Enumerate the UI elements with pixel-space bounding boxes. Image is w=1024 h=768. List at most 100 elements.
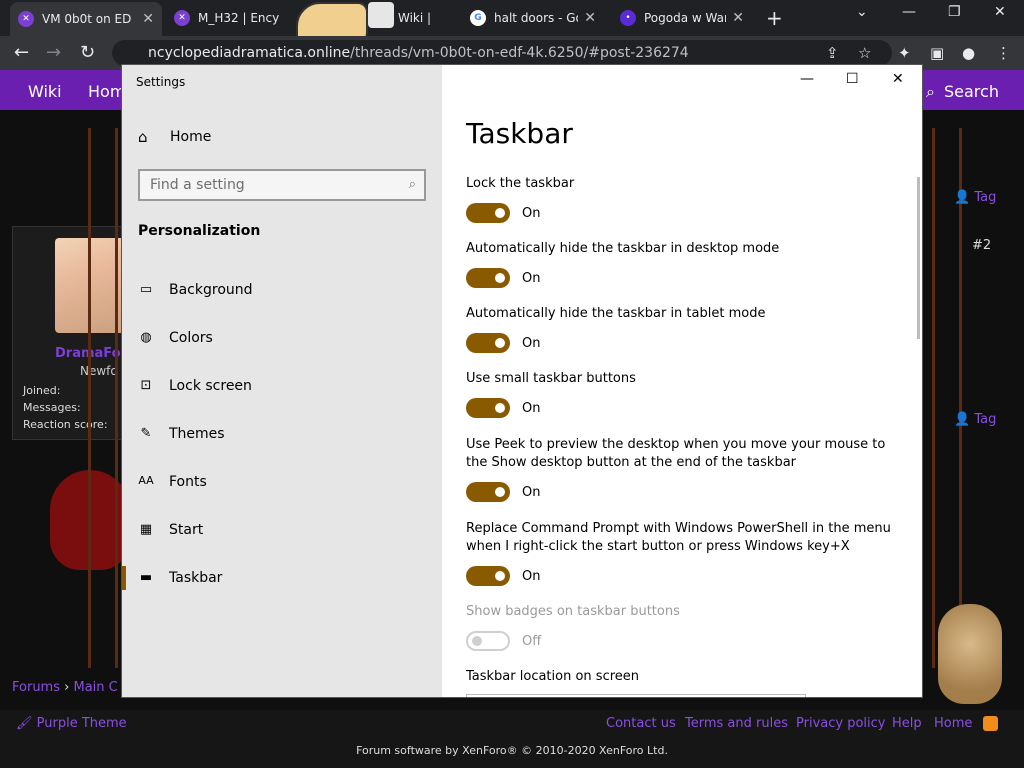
- sidebar-item-start[interactable]: ▦ Start: [138, 518, 438, 542]
- home-link[interactable]: Home: [934, 716, 972, 731]
- stat-messages: Messages:: [23, 401, 81, 414]
- autohide-tablet-toggle[interactable]: On: [466, 333, 540, 353]
- terms-link[interactable]: Terms and rules: [685, 716, 788, 731]
- sidebar-item-fonts[interactable]: AA Fonts: [138, 470, 438, 494]
- toggle-switch[interactable]: [466, 398, 510, 418]
- sidebar-item-taskbar[interactable]: ▬ Taskbar: [138, 566, 438, 590]
- sidebar-item-colors[interactable]: ◍ Colors: [138, 326, 438, 350]
- taskbar-icon: ▬: [139, 570, 153, 585]
- toggle-switch[interactable]: [466, 203, 510, 223]
- help-link[interactable]: Help: [892, 716, 922, 731]
- restore-icon[interactable]: ❐: [948, 4, 961, 20]
- small-buttons-toggle[interactable]: On: [466, 398, 540, 418]
- sidebar-item-label: Themes: [169, 426, 225, 442]
- toggle-state: On: [522, 335, 541, 351]
- scrollbar[interactable]: [917, 177, 920, 339]
- close-window-icon[interactable]: ✕: [994, 4, 1006, 20]
- option-label: Use Peek to preview the desktop when you…: [466, 437, 886, 470]
- browser-tab[interactable]: ✕ M_H32 | Ency: [166, 4, 296, 32]
- breadcrumb-main[interactable]: Main C: [73, 680, 117, 695]
- search-icon[interactable]: ⌕: [926, 82, 935, 102]
- tab-search-icon[interactable]: ⌄: [856, 4, 868, 20]
- purple-theme-link[interactable]: 🖌 Purple Theme: [16, 716, 127, 731]
- toggle-switch[interactable]: [466, 482, 510, 502]
- sidebar-item-label: Start: [169, 522, 204, 538]
- xenforo-icon: ✕: [174, 10, 190, 26]
- extensions-icon[interactable]: ✦: [898, 44, 911, 62]
- badges-toggle[interactable]: Off: [466, 631, 541, 651]
- post-number[interactable]: #2: [972, 238, 991, 253]
- minimize-icon[interactable]: —: [902, 4, 916, 20]
- sidebar-item-lock-screen[interactable]: ⊡ Lock screen: [138, 374, 438, 398]
- google-icon: G: [470, 10, 486, 26]
- reload-button[interactable]: ↻: [80, 42, 95, 63]
- autohide-desktop-toggle[interactable]: On: [466, 268, 540, 288]
- decorative-frame: [932, 128, 962, 668]
- address-bar[interactable]: ncyclopediadramatica.online/threads/vm-0…: [112, 40, 892, 66]
- xenforo-icon: ✕: [18, 11, 34, 27]
- browser-tab[interactable]: Wiki |: [390, 4, 460, 32]
- share-icon[interactable]: ⇪: [826, 44, 839, 62]
- tag-label: Tag: [974, 412, 997, 427]
- browser-tab[interactable]: G halt doors - Go ✕: [462, 4, 604, 32]
- close-tab-icon[interactable]: ✕: [732, 10, 744, 26]
- peek-toggle[interactable]: On: [466, 482, 540, 502]
- toggle-state: On: [522, 568, 541, 584]
- themes-icon: ✎: [140, 426, 152, 441]
- close-tab-icon[interactable]: ✕: [584, 10, 596, 26]
- sidebar-item-background[interactable]: ▭ Background: [138, 278, 438, 302]
- side-panel-icon[interactable]: ▣: [930, 44, 944, 62]
- sidebar-item-label: Fonts: [169, 474, 207, 490]
- settings-content: — ☐ ✕ Taskbar Lock the taskbar On Automa…: [442, 65, 922, 697]
- sidebar-item-label: Lock screen: [169, 378, 252, 394]
- find-setting-input[interactable]: Find a setting ⌕: [138, 169, 426, 201]
- minimize-button[interactable]: —: [800, 71, 814, 87]
- powershell-toggle[interactable]: On: [466, 566, 540, 586]
- settings-sidebar: Settings ⌂ Home Find a setting ⌕ Persona…: [122, 65, 442, 697]
- theme-label: Purple Theme: [36, 716, 127, 731]
- home-icon: ⌂: [138, 128, 148, 146]
- rss-icon[interactable]: [983, 716, 998, 731]
- new-tab-button[interactable]: +: [766, 6, 783, 30]
- start-icon: ▦: [139, 522, 153, 537]
- breadcrumb-forums[interactable]: Forums: [12, 680, 60, 695]
- profile-icon[interactable]: ●: [962, 44, 975, 62]
- back-button[interactable]: ←: [14, 42, 29, 63]
- copyright: Forum software by XenForo® © 2010-2020 X…: [356, 744, 668, 757]
- lock-taskbar-toggle[interactable]: On: [466, 203, 540, 223]
- image-icon: ▭: [139, 282, 153, 297]
- selected-indicator: [122, 566, 126, 590]
- option-label: Automatically hide the taskbar in deskto…: [466, 241, 780, 256]
- hamster-image: [938, 604, 1002, 704]
- toggle-switch[interactable]: [466, 631, 510, 651]
- toggle-state: On: [522, 400, 541, 416]
- nav-home[interactable]: Hom: [88, 82, 125, 101]
- home-nav-item[interactable]: ⌂ Home: [138, 128, 211, 146]
- lock-screen-icon: ⊡: [140, 378, 152, 393]
- browser-tab[interactable]: • Pogoda w Wars ✕: [612, 4, 752, 32]
- contact-us-link[interactable]: Contact us: [606, 716, 676, 731]
- location-dropdown[interactable]: [466, 694, 806, 697]
- close-tab-icon[interactable]: ✕: [142, 11, 154, 27]
- toggle-switch[interactable]: [466, 333, 510, 353]
- toggle-switch[interactable]: [466, 268, 510, 288]
- nav-wiki[interactable]: Wiki: [28, 82, 62, 101]
- forum-search-link[interactable]: Search: [944, 82, 999, 101]
- tag-link[interactable]: 👤 Tag: [954, 412, 996, 427]
- tab-title: Wiki |: [398, 11, 432, 25]
- privacy-link[interactable]: Privacy policy: [796, 716, 885, 731]
- option-label: Lock the taskbar: [466, 176, 575, 191]
- forward-button[interactable]: →: [46, 42, 61, 63]
- fonts-icon: AA: [138, 474, 154, 487]
- browser-tab[interactable]: ✕ VM 0b0t on ED ✕: [10, 2, 162, 36]
- close-button[interactable]: ✕: [892, 71, 904, 87]
- maximize-button[interactable]: ☐: [846, 71, 859, 87]
- menu-icon[interactable]: ⋮: [996, 44, 1011, 62]
- sidebar-item-themes[interactable]: ✎ Themes: [138, 422, 438, 446]
- page-title: Taskbar: [466, 117, 573, 150]
- bookmark-star-icon[interactable]: ☆: [858, 44, 871, 62]
- toggle-switch[interactable]: [466, 566, 510, 586]
- tag-link[interactable]: 👤 Tag: [954, 190, 996, 205]
- palette-icon: ◍: [140, 330, 152, 345]
- url-path: /threads/vm-0b0t-on-edf-4k.6250/#post-23…: [350, 45, 689, 61]
